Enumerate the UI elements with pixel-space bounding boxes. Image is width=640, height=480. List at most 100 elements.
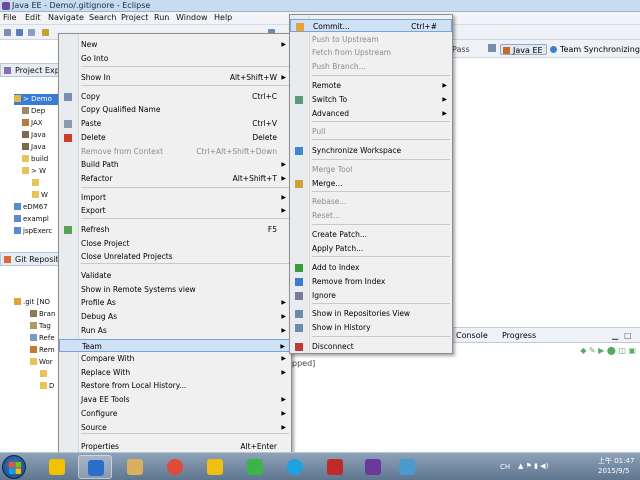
console-toolbar-icons[interactable]: ◆ ✎ ▶ ⬤ ◫ ▣ — [580, 346, 636, 355]
team-item-reset[interactable]: Reset... — [290, 209, 452, 222]
menu-item-go-into[interactable]: Go Into — [59, 52, 291, 65]
team-item-push-branch[interactable]: Push Branch... — [290, 60, 452, 73]
menu-item-run-as[interactable]: Run As ▶ — [59, 324, 291, 337]
menu-item-source[interactable]: Source ▶ — [59, 421, 291, 434]
taskbar-app-flower-app[interactable] — [198, 455, 232, 479]
team-item-switch-to[interactable]: Switch To ▶ — [290, 93, 452, 106]
tree-item[interactable]: build — [22, 154, 48, 165]
tree-item[interactable]: Tag — [30, 321, 51, 332]
team-item-create-patch[interactable]: Create Patch... — [290, 228, 452, 241]
menu-item-compare-with[interactable]: Compare With ▶ — [59, 352, 291, 365]
taskbar-app-eclipse[interactable] — [78, 455, 112, 479]
menu-help[interactable]: Help — [214, 13, 232, 22]
tree-item[interactable] — [32, 178, 41, 189]
team-item-disconnect[interactable]: Disconnect — [290, 340, 452, 353]
menu-item-copy[interactable]: Copy Ctrl+C — [59, 90, 291, 103]
save-icon[interactable] — [16, 29, 23, 36]
menu-item-delete[interactable]: Delete Delete — [59, 131, 291, 144]
team-item-synchronize-workspace[interactable]: Synchronize Workspace — [290, 144, 452, 157]
tree-item[interactable]: Refe — [30, 333, 55, 344]
minimize-icon[interactable]: ▁ — [612, 331, 618, 340]
taskbar-app-chrome[interactable] — [158, 455, 192, 479]
team-item-commit[interactable]: Commit... Ctrl+# — [290, 19, 452, 32]
menu-item-export[interactable]: Export ▶ — [59, 204, 291, 217]
menu-navigate[interactable]: Navigate — [48, 13, 84, 22]
tab-console[interactable]: Console — [456, 331, 488, 340]
menu-item-build-path[interactable]: Build Path ▶ — [59, 158, 291, 171]
tree-item[interactable]: Java — [22, 142, 46, 153]
menu-item-validate[interactable]: Validate — [59, 269, 291, 282]
tree-item-demo[interactable]: > Demo — [14, 94, 62, 105]
menu-item-paste[interactable]: Paste Ctrl+V — [59, 117, 291, 130]
taskbar-app-norton[interactable] — [40, 455, 74, 479]
tree-item[interactable]: exampl — [14, 214, 49, 225]
debug-icon[interactable] — [42, 29, 49, 36]
menu-edit[interactable]: Edit — [25, 13, 41, 22]
new-icon[interactable] — [4, 29, 11, 36]
lang-indicator[interactable]: CH — [500, 463, 510, 471]
tree-item[interactable]: Dep — [22, 106, 45, 117]
team-item-add-to-index[interactable]: Add to Index — [290, 261, 452, 274]
taskbar-app-line[interactable] — [238, 455, 272, 479]
menu-item-show-in[interactable]: Show In Alt+Shift+W ▶ — [59, 71, 291, 84]
team-item-rebase[interactable]: Rebase... — [290, 195, 452, 208]
tree-item[interactable]: W — [32, 190, 48, 201]
team-item-remove-from-index[interactable]: Remove from Index — [290, 275, 452, 288]
menu-item-configure[interactable]: Configure ▶ — [59, 407, 291, 420]
menu-item-remove-from-context[interactable]: Remove from Context Ctrl+Alt+Shift+Down — [59, 145, 291, 158]
menu-item-close-project[interactable]: Close Project — [59, 237, 291, 250]
menu-item-debug-as[interactable]: Debug As ▶ — [59, 310, 291, 323]
team-item-ignore[interactable]: Ignore — [290, 289, 452, 302]
clock-date[interactable]: 2015/9/5 — [598, 467, 629, 475]
tree-item[interactable]: eDM67 — [14, 202, 48, 213]
perspective-team-sync[interactable]: Team Synchronizing — [548, 44, 640, 55]
team-item-push-to-upstream[interactable]: Push to Upstream — [290, 33, 452, 46]
menu-item-new[interactable]: New ▶ — [59, 38, 291, 51]
tab-project-explorer[interactable]: Project Exp — [0, 63, 62, 77]
menu-item-close-unrelated-projects[interactable]: Close Unrelated Projects — [59, 250, 291, 263]
tree-item[interactable]: jspExerc — [14, 226, 52, 237]
taskbar-app-skype[interactable] — [278, 455, 312, 479]
tree-item[interactable]: .git [NO — [14, 297, 50, 308]
tree-item[interactable]: D — [40, 381, 54, 392]
menu-run[interactable]: Run — [154, 13, 169, 22]
tree-item[interactable]: Wor — [30, 357, 53, 368]
menu-item-restore-from-local-history[interactable]: Restore from Local History... — [59, 379, 291, 392]
menu-item-replace-with[interactable]: Replace With ▶ — [59, 366, 291, 379]
tree-item[interactable] — [40, 369, 49, 380]
menu-project[interactable]: Project — [121, 13, 148, 22]
tray-icons[interactable]: ▲ ⚑ ▮ ◀) — [518, 462, 548, 470]
menu-item-show-in-remote-systems-view[interactable]: Show in Remote Systems view — [59, 283, 291, 296]
maximize-icon[interactable]: □ — [624, 331, 632, 340]
menu-item-copy-qualified-name[interactable]: Copy Qualified Name — [59, 103, 291, 116]
perspective-java-ee[interactable]: Java EE — [500, 44, 547, 55]
taskbar-app-file-explorer[interactable] — [118, 455, 152, 479]
menu-item-refactor[interactable]: Refactor Alt+Shift+T ▶ — [59, 172, 291, 185]
tree-item[interactable]: Bran — [30, 309, 55, 320]
team-item-apply-patch[interactable]: Apply Patch... — [290, 242, 452, 255]
team-item-remote[interactable]: Remote ▶ — [290, 79, 452, 92]
taskbar-app-paint[interactable] — [390, 455, 424, 479]
tab-git-repositories[interactable]: Git Reposit — [0, 252, 62, 266]
taskbar-app-game[interactable] — [318, 455, 352, 479]
tab-progress[interactable]: Progress — [502, 331, 536, 340]
team-item-merge-tool[interactable]: Merge Tool — [290, 163, 452, 176]
menu-file[interactable]: File — [3, 13, 16, 22]
menu-item-team[interactable]: Team ▶ — [59, 339, 291, 352]
menu-search[interactable]: Search — [89, 13, 116, 22]
tree-item[interactable]: JAX — [22, 118, 43, 129]
open-perspective-icon[interactable] — [488, 44, 496, 52]
menu-item-java-ee-tools[interactable]: Java EE Tools ▶ — [59, 393, 291, 406]
tree-item[interactable]: > W — [22, 166, 46, 177]
team-item-advanced[interactable]: Advanced ▶ — [290, 107, 452, 120]
clock-time[interactable]: 上午 01:47 — [598, 456, 634, 466]
menu-window[interactable]: Window — [176, 13, 208, 22]
menu-item-import[interactable]: Import ▶ — [59, 191, 291, 204]
menu-item-profile-as[interactable]: Profile As ▶ — [59, 296, 291, 309]
taskbar-app-mascot[interactable] — [356, 455, 390, 479]
menu-item-refresh[interactable]: Refresh F5 — [59, 223, 291, 236]
tree-item[interactable]: Rem — [30, 345, 55, 356]
team-item-show-in-repositories-view[interactable]: Show in Repositories View — [290, 307, 452, 320]
team-item-merge[interactable]: Merge... — [290, 177, 452, 190]
save-all-icon[interactable] — [28, 29, 35, 36]
